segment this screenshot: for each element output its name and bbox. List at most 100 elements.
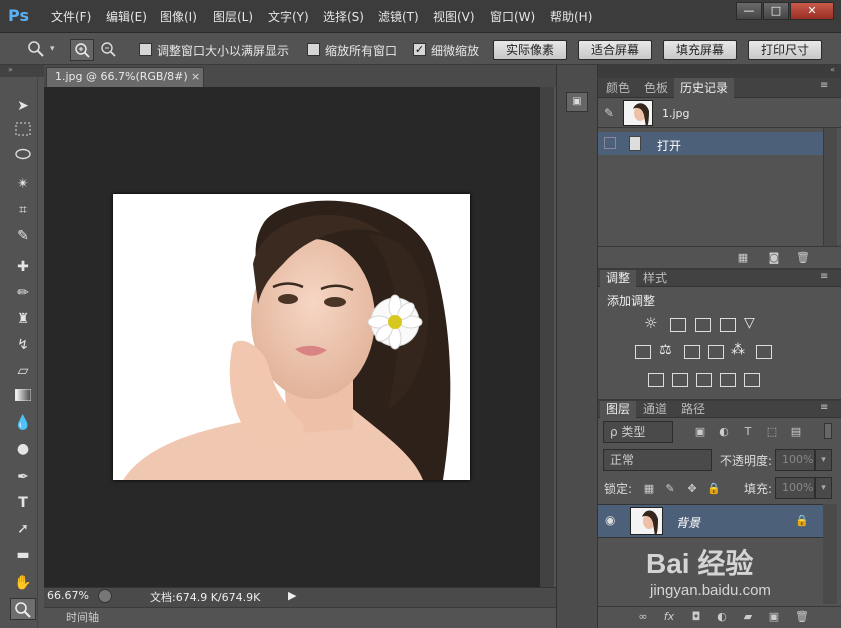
color-lookup-icon[interactable] — [756, 345, 772, 359]
menu-filter[interactable]: 滤镜(T) — [378, 8, 419, 25]
gradient-tool-icon[interactable] — [10, 386, 36, 408]
new-document-from-state-icon[interactable]: ▦ — [735, 251, 751, 265]
fill-input[interactable]: 100% — [775, 477, 815, 499]
actual-pixels-button[interactable]: 实际像素 — [493, 40, 567, 60]
type-tool-icon[interactable]: T — [10, 492, 36, 514]
new-layer-icon[interactable]: ▣ — [766, 610, 782, 624]
status-share-icon[interactable] — [98, 589, 112, 603]
new-group-icon[interactable]: ▰ — [740, 610, 756, 624]
zoom-level[interactable]: 66.67% — [47, 589, 89, 602]
tab-channels[interactable]: 通道 — [637, 401, 673, 418]
layer-filter-select[interactable]: ρ 类型 — [603, 421, 673, 443]
menu-view[interactable]: 视图(V) — [433, 8, 475, 25]
rectangle-tool-icon[interactable]: ▬ — [10, 544, 36, 566]
photo-canvas[interactable] — [113, 194, 470, 480]
trash-icon[interactable]: 🗑 — [795, 251, 811, 265]
maximize-button[interactable]: □ — [763, 2, 789, 20]
eraser-tool-icon[interactable]: ▱ — [10, 360, 36, 382]
filter-smart-object-icon[interactable]: ▤ — [788, 425, 804, 439]
eyedropper-tool-icon[interactable]: ✎ — [10, 225, 36, 247]
snapshot-camera-icon[interactable]: ◙ — [766, 251, 782, 265]
move-tool-icon[interactable]: ➤ — [10, 95, 36, 117]
history-panel-menu-icon[interactable]: ≡ — [820, 80, 828, 91]
fill-screen-button[interactable]: 填充屏幕 — [663, 40, 737, 60]
layer-visibility-eye-icon[interactable]: ◉ — [605, 513, 615, 527]
opacity-input[interactable]: 100% — [775, 449, 815, 471]
filter-adjustment-icon[interactable]: ◐ — [716, 425, 732, 439]
tab-paths[interactable]: 路径 — [675, 401, 711, 418]
close-button[interactable]: ✕ — [790, 2, 834, 20]
status-menu-arrow-icon[interactable]: ▶ — [288, 589, 296, 602]
blend-mode-select[interactable]: 正常 — [603, 449, 712, 471]
tab-layers[interactable]: 图层 — [600, 401, 637, 418]
healing-brush-tool-icon[interactable]: ✚ — [10, 256, 36, 278]
layers-scrollbar[interactable] — [823, 504, 837, 604]
close-tab-icon[interactable]: × — [191, 68, 200, 86]
adjustments-panel-menu-icon[interactable]: ≡ — [820, 271, 828, 282]
tool-preset-chevron-icon[interactable]: ▾ — [50, 44, 55, 54]
menu-image[interactable]: 图像(I) — [160, 8, 197, 25]
color-balance-icon[interactable]: ⚖ — [659, 342, 672, 358]
tab-history[interactable]: 历史记录 — [674, 78, 735, 98]
vertical-scrollbar[interactable] — [540, 87, 554, 587]
menu-window[interactable]: 窗口(W) — [490, 8, 535, 25]
add-mask-icon[interactable]: ◘ — [688, 610, 704, 624]
hue-saturation-icon[interactable] — [635, 345, 651, 359]
posterize-icon[interactable] — [672, 373, 688, 387]
menu-file[interactable]: 文件(F) — [51, 8, 91, 25]
menu-edit[interactable]: 编辑(E) — [106, 8, 147, 25]
delete-layer-icon[interactable]: 🗑 — [794, 610, 810, 624]
minimize-button[interactable]: — — [736, 2, 762, 20]
zoom-all-windows-checkbox[interactable] — [307, 43, 320, 56]
clone-stamp-tool-icon[interactable]: ♜ — [10, 308, 36, 330]
fit-screen-button[interactable]: 适合屏幕 — [578, 40, 652, 60]
layer-style-fx-icon[interactable]: fx — [661, 610, 677, 624]
selective-color-icon[interactable] — [720, 373, 736, 387]
curves-icon[interactable] — [695, 318, 711, 332]
info-panel-icon[interactable]: ▣ — [566, 92, 588, 112]
toolbox-collapse-icon[interactable]: » — [0, 65, 44, 77]
opacity-chevron-icon[interactable]: ▾ — [815, 449, 832, 471]
menu-type[interactable]: 文字(Y) — [268, 8, 309, 25]
tab-swatches[interactable]: 色板 — [638, 78, 674, 98]
timeline-tab[interactable]: 时间轴 — [66, 609, 99, 625]
zoom-tool-icon[interactable] — [28, 41, 44, 57]
pen-tool-icon[interactable]: ✒ — [10, 466, 36, 488]
link-layers-icon[interactable]: ∞ — [635, 610, 651, 624]
magic-wand-tool-icon[interactable]: ✴ — [10, 173, 36, 195]
brush-tool-icon[interactable]: ✏ — [10, 282, 36, 304]
threshold-icon[interactable] — [696, 373, 712, 387]
path-selection-tool-icon[interactable]: ➚ — [10, 518, 36, 540]
filter-pixel-icon[interactable]: ▣ — [692, 425, 708, 439]
exposure-icon[interactable] — [720, 318, 736, 332]
tab-styles[interactable]: 样式 — [637, 270, 673, 287]
marquee-tool-icon[interactable] — [10, 121, 36, 143]
vibrance-icon[interactable]: ▽ — [744, 315, 755, 331]
zoom-out-button[interactable] — [97, 39, 119, 61]
menu-select[interactable]: 选择(S) — [323, 8, 364, 25]
new-fill-adjustment-icon[interactable]: ◐ — [714, 610, 730, 624]
panel-collapse-icon[interactable]: « — [598, 65, 841, 78]
history-brush-tool-icon[interactable]: ↯ — [10, 334, 36, 356]
history-scrollbar[interactable] — [823, 128, 837, 246]
lasso-tool-icon[interactable] — [10, 147, 36, 169]
history-state-checkbox[interactable] — [604, 137, 616, 149]
tab-adjustments[interactable]: 调整 — [600, 270, 637, 287]
layers-panel-menu-icon[interactable]: ≡ — [820, 402, 828, 413]
lock-transparent-icon[interactable]: ▦ — [641, 482, 657, 496]
resize-windows-checkbox[interactable] — [139, 43, 152, 56]
zoom-tool-button-icon[interactable] — [10, 598, 36, 620]
black-white-icon[interactable] — [684, 345, 700, 359]
lock-all-icon[interactable]: 🔒 — [706, 482, 722, 496]
print-size-button[interactable]: 打印尺寸 — [748, 40, 822, 60]
filter-type-icon[interactable]: T — [740, 425, 756, 439]
menu-help[interactable]: 帮助(H) — [550, 8, 592, 25]
zoom-in-button[interactable] — [70, 39, 94, 61]
invert-icon[interactable] — [648, 373, 664, 387]
hand-tool-icon[interactable]: ✋ — [10, 572, 36, 594]
lock-image-icon[interactable]: ✎ — [662, 482, 678, 496]
menu-layer[interactable]: 图层(L) — [213, 8, 253, 25]
blur-tool-icon[interactable]: 💧 — [10, 412, 36, 434]
layer-name[interactable]: 背景 — [676, 514, 700, 531]
channel-mixer-icon[interactable]: ⁂ — [731, 342, 745, 358]
